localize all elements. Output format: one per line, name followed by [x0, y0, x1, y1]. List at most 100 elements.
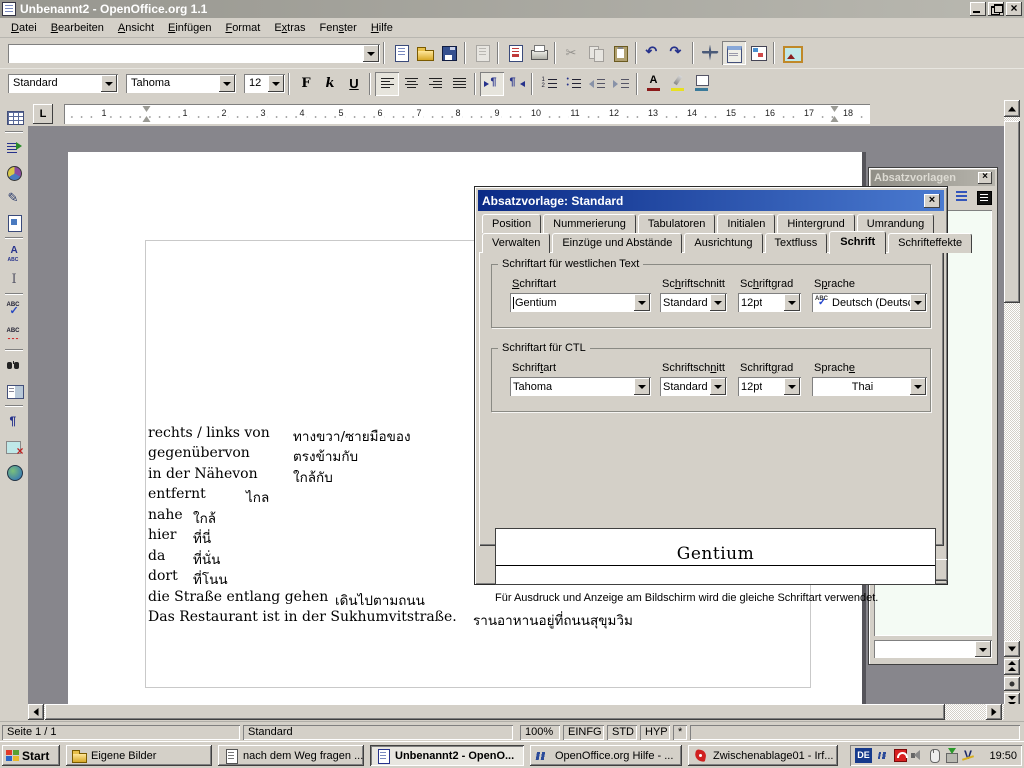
new-document-button[interactable]	[389, 41, 413, 65]
restore-icon[interactable]	[988, 2, 1004, 16]
scroll-down-icon[interactable]	[1004, 641, 1020, 657]
bold-button[interactable]: F	[294, 72, 318, 96]
insert-table-button[interactable]	[2, 105, 26, 129]
menu-item-datei[interactable]: Datei	[4, 20, 44, 36]
insert-fields-button[interactable]	[2, 136, 26, 160]
paragraph-styles-icon[interactable]	[953, 189, 971, 205]
menu-item-fenster[interactable]: Fenster	[313, 20, 364, 36]
status-hyperlink-mode[interactable]: HYP	[640, 725, 670, 740]
align-right-button[interactable]	[423, 72, 447, 96]
right-to-left-button[interactable]	[504, 72, 528, 96]
stylist-button[interactable]	[722, 41, 746, 65]
combo-schriftgrad-0[interactable]: 12pt	[738, 293, 801, 312]
document-line[interactable]: in der Nähevonใกล้กับ	[148, 466, 258, 486]
antivirus-icon[interactable]	[893, 748, 908, 763]
taskbar-clock[interactable]: 19:50	[989, 750, 1017, 762]
style-dropdown-icon[interactable]	[101, 75, 117, 92]
font-dropdown-icon[interactable]	[219, 75, 235, 92]
tab-type-button[interactable]: L	[33, 104, 53, 124]
vertical-scroll-thumb[interactable]	[1004, 121, 1020, 303]
document-line[interactable]: naheใกล้	[148, 507, 183, 527]
tab-initialen[interactable]: Initialen	[717, 214, 775, 233]
dropdown-icon[interactable]	[784, 294, 800, 311]
align-justify-button[interactable]	[447, 72, 471, 96]
font-name-combo[interactable]: Tahoma	[126, 74, 236, 93]
document-line[interactable]: hierที่นี่	[148, 527, 176, 547]
dropdown-icon[interactable]	[910, 378, 926, 395]
taskbar-window-3[interactable]: Unbenannt2 - OpenO...	[370, 745, 524, 766]
italic-button[interactable]: k	[318, 72, 342, 96]
volume-icon[interactable]	[910, 748, 925, 763]
mail-scanner-icon[interactable]	[961, 748, 976, 763]
url-input[interactable]	[8, 44, 380, 63]
fill-format-mode-icon[interactable]	[975, 189, 993, 205]
menu-item-format[interactable]: Format	[218, 20, 267, 36]
graphics-onoff-button[interactable]	[2, 435, 26, 459]
tab-verwalten[interactable]: Verwalten	[482, 233, 550, 253]
combo-sprache-0[interactable]: Deutsch (Deutsc	[812, 293, 927, 312]
tab-nummerierung[interactable]: Nummerierung	[543, 214, 636, 233]
navigation-dot-icon[interactable]	[1004, 677, 1020, 691]
document-line[interactable]: dortที่โนน	[148, 568, 178, 588]
find-replace-button[interactable]	[2, 354, 26, 378]
tab-tabulatoren[interactable]: Tabulatoren	[638, 214, 716, 233]
dropdown-icon[interactable]	[710, 378, 726, 395]
start-button[interactable]: Start	[2, 745, 60, 766]
left-indent-marker[interactable]	[143, 106, 152, 122]
tab-schrift[interactable]: Schrift	[829, 231, 886, 254]
dialog-titlebar[interactable]: Absatzvorlage: Standard ×	[478, 190, 944, 211]
combo-schriftschnitt-0[interactable]: Standard	[660, 293, 727, 312]
spellcheck-button[interactable]	[2, 298, 26, 322]
auto-spellcheck-button[interactable]	[2, 323, 26, 347]
taskbar-window-1[interactable]: Eigene Bilder	[66, 745, 212, 766]
url-dropdown-icon[interactable]	[363, 45, 379, 62]
menu-item-hilfe[interactable]: Hilfe	[364, 20, 400, 36]
scroll-up-icon[interactable]	[1004, 100, 1020, 117]
font-size-combo[interactable]: 12	[244, 74, 285, 93]
indent-decrease-button[interactable]	[585, 72, 609, 96]
menu-item-bearbeiten[interactable]: Bearbeiten	[44, 20, 111, 36]
update-icon[interactable]	[944, 748, 959, 763]
left-to-right-button[interactable]	[480, 72, 504, 96]
dropdown-icon[interactable]	[634, 294, 650, 311]
tab-schrifteffekte[interactable]: Schrifteffekte	[888, 233, 972, 253]
stylist-close-icon[interactable]: ×	[978, 172, 992, 184]
underline-button[interactable]: U	[342, 72, 366, 96]
paragraph-style-combo[interactable]: Standard	[8, 74, 118, 93]
quickstarter-icon[interactable]	[876, 748, 891, 763]
bullets-button[interactable]	[561, 72, 585, 96]
size-dropdown-icon[interactable]	[268, 75, 284, 92]
document-line[interactable]: entferntไกล	[148, 486, 206, 506]
scroll-left-icon[interactable]	[28, 704, 44, 720]
print-file-button[interactable]	[527, 41, 551, 65]
tab-einzgeundabstnde[interactable]: Einzüge und Abstände	[552, 233, 682, 253]
style-filter-combo[interactable]	[874, 640, 992, 658]
paragraph-background-button[interactable]	[690, 72, 714, 96]
status-selection-mode[interactable]: STD	[607, 725, 637, 740]
direct-cursor-button[interactable]	[2, 267, 26, 291]
status-page-style[interactable]: Standard	[243, 725, 513, 740]
autotext-button[interactable]	[2, 242, 26, 266]
taskbar-window-4[interactable]: OpenOffice.org Hilfe - ...	[530, 745, 682, 766]
open-document-button[interactable]	[413, 41, 437, 65]
status-insert-mode[interactable]: EINFG	[563, 725, 604, 740]
document-line[interactable]: rechts / links vonทางขวา/ซายมือของ	[148, 425, 270, 445]
menu-item-extras[interactable]: Extras	[267, 20, 312, 36]
export-pdf-button[interactable]	[503, 41, 527, 65]
filter-dropdown-icon[interactable]	[975, 641, 991, 657]
tab-ausrichtung[interactable]: Ausrichtung	[684, 233, 762, 253]
menu-item-ansicht[interactable]: Ansicht	[111, 20, 161, 36]
horizontal-scroll-thumb[interactable]	[45, 704, 945, 720]
data-sources-button[interactable]	[2, 379, 26, 403]
combo-schriftart-0[interactable]: Gentium	[510, 293, 651, 312]
align-left-button[interactable]	[375, 72, 399, 96]
right-indent-marker[interactable]	[831, 106, 840, 122]
tab-textfluss[interactable]: Textfluss	[765, 233, 828, 253]
keyboard-language-indicator[interactable]: DE	[855, 748, 872, 763]
gallery-button[interactable]	[746, 41, 770, 65]
numbering-button[interactable]	[537, 72, 561, 96]
draw-functions-button[interactable]	[2, 186, 26, 210]
indent-increase-button[interactable]	[609, 72, 633, 96]
document-line[interactable]: Das Restaurant ist in der Sukhumvitstraß…	[148, 609, 457, 629]
document-line[interactable]: daที่นั่น	[148, 548, 165, 568]
